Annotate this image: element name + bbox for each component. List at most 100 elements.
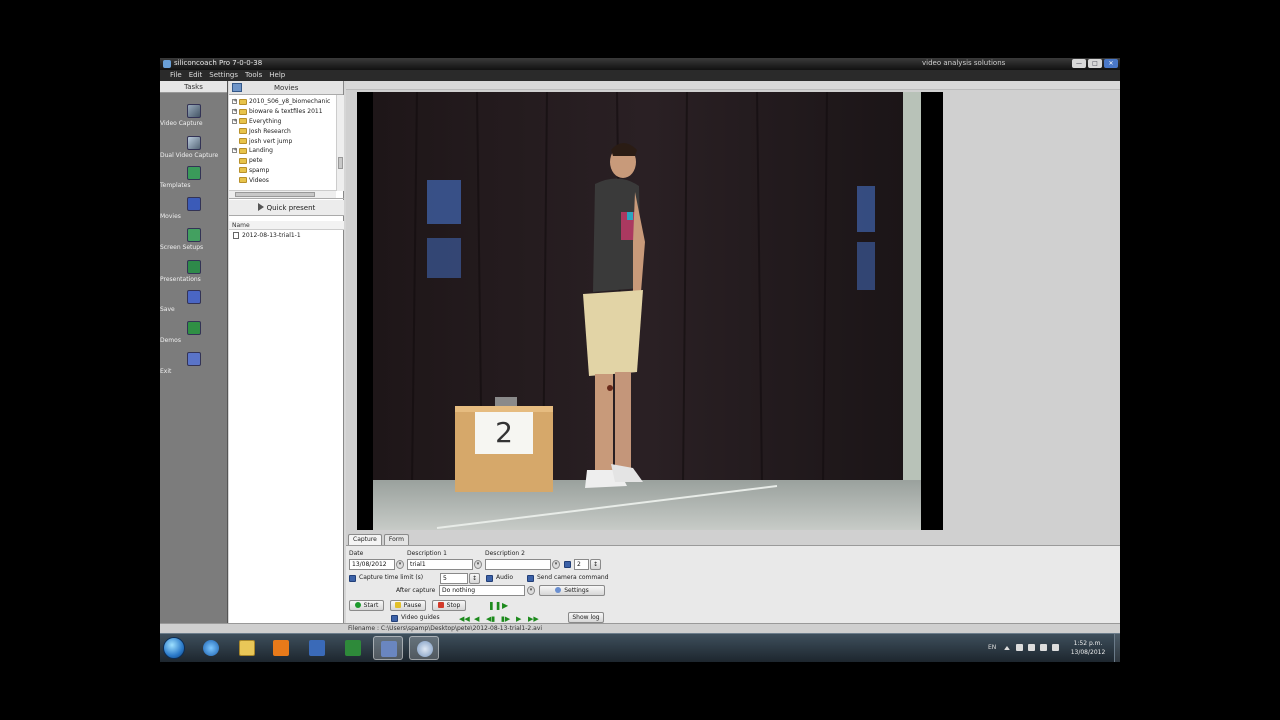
menu-tools[interactable]: Tools — [245, 70, 262, 81]
excel-icon[interactable] — [338, 636, 368, 660]
close-button[interactable]: ✕ — [1104, 59, 1118, 68]
internet-explorer-icon[interactable] — [196, 636, 226, 660]
tree-item[interactable]: + 2010_S06_y8_biomechanic — [232, 97, 330, 107]
volume-icon[interactable] — [1052, 644, 1059, 651]
after-capture-select[interactable]: Do nothing — [439, 585, 525, 596]
tab-capture[interactable]: Capture — [348, 534, 382, 545]
task-video-capture[interactable]: Video Capture — [160, 104, 228, 127]
tree-item[interactable]: + bioware & textfiles 2011 — [232, 107, 323, 117]
frame-back-icon[interactable]: ◀▮ — [486, 615, 495, 623]
step-back-icon[interactable]: ◀ — [474, 615, 479, 623]
action-center-icon[interactable] — [1016, 644, 1023, 651]
counter-checkbox[interactable] — [564, 561, 571, 568]
siliconcoach-icon[interactable] — [409, 636, 439, 660]
network-icon[interactable] — [1028, 644, 1035, 651]
show-desktop-button[interactable] — [1114, 634, 1120, 662]
counter-field[interactable]: 2 — [574, 559, 589, 570]
tree-horizontal-scrollbar[interactable] — [229, 190, 336, 198]
expand-icon[interactable]: + — [232, 148, 237, 154]
menu-bar: File Edit Settings Tools Help — [160, 70, 1120, 81]
tree-item[interactable]: Videos — [232, 175, 269, 185]
description1-dropdown-icon[interactable]: ▾ — [474, 560, 482, 569]
menu-file[interactable]: File — [170, 70, 182, 81]
step-forward-icon[interactable]: ▶ — [516, 615, 521, 623]
task-exit[interactable]: Exit — [160, 352, 228, 375]
description2-dropdown-icon[interactable]: ▾ — [552, 560, 560, 569]
stop-button[interactable]: Stop — [432, 600, 466, 611]
expand-icon[interactable]: + — [232, 118, 237, 124]
tree-item[interactable]: + Landing — [232, 146, 273, 156]
play-icon — [257, 203, 264, 211]
task-save[interactable]: Save — [160, 290, 228, 313]
tree-item[interactable]: pete — [232, 156, 263, 166]
tree-vertical-scrollbar[interactable] — [336, 95, 344, 191]
task-label: Demos — [160, 337, 181, 344]
dual-video-capture-icon — [187, 136, 201, 150]
quick-present-button[interactable]: Quick present — [229, 200, 344, 216]
folder-icon — [239, 147, 247, 154]
video-guides-checkbox[interactable] — [391, 615, 398, 622]
movies-folder-icon[interactable] — [232, 83, 242, 92]
expand-icon[interactable]: + — [232, 99, 237, 105]
task-demos[interactable]: Demos — [160, 321, 228, 344]
forward-end-icon[interactable]: ▶▶ — [528, 615, 539, 623]
tree-item[interactable]: spamp — [232, 166, 269, 176]
list-item[interactable]: 2012-08-13-trial1-1 — [229, 230, 344, 240]
video-preview[interactable]: 2 — [357, 92, 943, 530]
task-screen-setups[interactable]: Screen Setups — [160, 228, 228, 251]
date-field[interactable]: 13/08/2012 — [349, 559, 395, 570]
name-column-header[interactable]: Name — [229, 221, 344, 230]
task-label: Video Capture — [160, 120, 203, 127]
capture-time-stepper[interactable]: ↕ — [469, 573, 480, 584]
start-button-icon[interactable] — [163, 637, 185, 659]
task-presentations[interactable]: Presentations — [160, 260, 228, 283]
outlook-icon[interactable] — [302, 636, 332, 660]
date-dropdown-icon[interactable]: ▾ — [396, 560, 404, 569]
tab-form[interactable]: Form — [383, 534, 409, 545]
title-bar: siliconcoach Pro 7-0-0-38 video analysis… — [160, 58, 1120, 70]
capture-time-field[interactable]: 5 — [440, 573, 468, 584]
pause-button[interactable]: Pause — [390, 600, 426, 611]
language-indicator[interactable]: EN — [988, 644, 996, 651]
task-templates[interactable]: Templates — [160, 166, 228, 189]
tree-item-label: Landing — [249, 147, 273, 155]
media-player-icon[interactable] — [266, 636, 296, 660]
tree-item[interactable]: Josh Research — [232, 126, 291, 136]
power-icon[interactable] — [1040, 644, 1047, 651]
show-log-button[interactable]: Show log — [568, 612, 604, 623]
menu-help[interactable]: Help — [269, 70, 285, 81]
start-button[interactable]: Start — [349, 600, 384, 611]
description2-field[interactable] — [485, 559, 551, 570]
send-camera-checkbox[interactable] — [527, 575, 534, 582]
settings-button[interactable]: Settings — [539, 585, 605, 596]
clock[interactable]: 1:52 p.m. 13/08/2012 — [1068, 639, 1108, 657]
pause-playback-icon[interactable]: ❚❚ — [488, 601, 501, 610]
menu-edit[interactable]: Edit — [189, 70, 203, 81]
counter-stepper[interactable]: ↕ — [590, 559, 601, 570]
save-disk-icon[interactable] — [373, 636, 403, 660]
audio-checkbox[interactable] — [486, 575, 493, 582]
tasks-header: Tasks — [160, 81, 227, 93]
maximize-button[interactable]: □ — [1088, 59, 1102, 68]
tree-item[interactable]: josh vert jump — [232, 136, 292, 146]
capture-time-checkbox[interactable] — [349, 575, 356, 582]
tray-expand-icon[interactable] — [1004, 645, 1010, 650]
tree-item-label: bioware & textfiles 2011 — [249, 108, 323, 116]
description1-field[interactable]: trial1 — [407, 559, 473, 570]
after-capture-dropdown-icon[interactable]: ▾ — [527, 586, 535, 595]
file-explorer-icon[interactable] — [232, 636, 262, 660]
frame-forward-icon[interactable]: ▮▶ — [501, 615, 510, 623]
audio-label: Audio — [496, 574, 514, 581]
movies-title: Movies — [274, 84, 299, 92]
expand-icon[interactable]: + — [232, 109, 237, 115]
task-dual-video-capture[interactable]: Dual Video Capture — [160, 136, 228, 159]
exit-icon — [187, 352, 201, 366]
tree-item[interactable]: + Everything — [232, 117, 281, 127]
task-label: Exit — [160, 368, 172, 375]
minimize-button[interactable]: — — [1072, 59, 1086, 68]
task-movies[interactable]: Movies — [160, 197, 228, 220]
menu-settings[interactable]: Settings — [209, 70, 238, 81]
rewind-start-icon[interactable]: ◀◀ — [459, 615, 470, 623]
play-playback-icon[interactable]: ▶ — [502, 601, 508, 610]
movie-file-list: Name 2012-08-13-trial1-1 — [229, 221, 344, 621]
